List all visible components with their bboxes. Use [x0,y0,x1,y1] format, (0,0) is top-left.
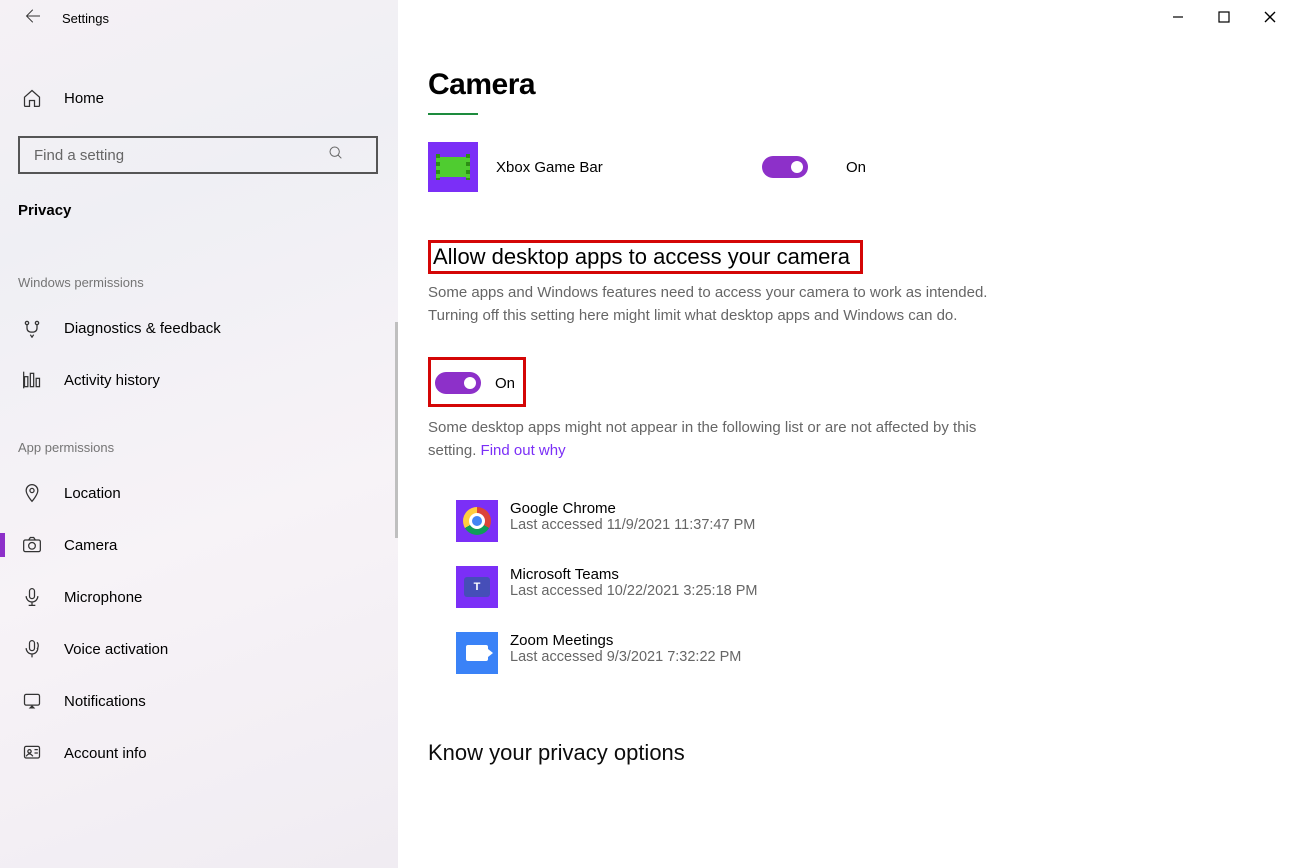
sidebar-item-notifications[interactable]: Notifications [0,675,398,727]
microphone-icon [22,587,42,607]
location-icon [22,483,42,503]
voice-icon [22,639,42,659]
sidebar-item-diagnostics[interactable]: Diagnostics & feedback [0,302,398,354]
section-heading-app: App permissions [0,440,398,455]
home-label: Home [64,90,104,107]
sidebar-item-voice[interactable]: Voice activation [0,623,398,675]
minimize-button[interactable] [1155,0,1201,34]
title-accent [428,113,478,115]
sidebar-home[interactable]: Home [0,78,398,118]
teams-icon: T [456,566,498,608]
desktop-app-teams: T Microsoft Teams Last accessed 10/22/20… [456,566,1293,608]
section-heading-windows: Windows permissions [0,275,398,290]
highlight-box-toggle: On [428,357,526,407]
chrome-icon [456,500,498,542]
home-icon [22,88,42,108]
back-button[interactable] [22,7,40,30]
da-name: Microsoft Teams [510,566,757,583]
highlight-box-title: Allow desktop apps to access your camera [428,240,863,274]
da-sub: Last accessed 11/9/2021 11:37:47 PM [510,517,755,533]
desktop-app-zoom: Zoom Meetings Last accessed 9/3/2021 7:3… [456,632,1293,674]
maximize-button[interactable] [1201,0,1247,34]
footer-heading: Know your privacy options [428,740,1293,766]
camera-icon [22,535,42,555]
sidebar-item-activity[interactable]: Activity history [0,354,398,406]
app-row-xbox: Xbox Game Bar On [428,142,1293,192]
nav-label: Notifications [64,693,146,710]
desktop-access-toggle[interactable] [435,372,481,394]
nav-label: Account info [64,745,147,762]
da-name: Google Chrome [510,500,755,517]
desktop-toggle-label: On [495,375,515,392]
search-wrap [18,136,378,174]
sidebar: Settings Home Privacy Windows permission… [0,0,398,868]
nav-label: Microphone [64,589,142,606]
da-name: Zoom Meetings [510,632,741,649]
nav-label: Diagnostics & feedback [64,320,221,337]
main-content: Camera Xbox Game Bar On Allow desktop ap… [398,0,1293,868]
section-title: Allow desktop apps to access your camera [433,244,850,269]
titlebar: Settings [0,0,398,36]
close-button[interactable] [1247,0,1293,34]
sidebar-item-camera[interactable]: Camera [0,519,398,571]
search-input[interactable] [18,136,378,174]
xbox-icon [428,142,478,192]
desktop-note: Some desktop apps might not appear in th… [428,417,988,462]
nav-label: Voice activation [64,641,168,658]
titlebar-label: Settings [62,11,109,26]
desktop-app-chrome: Google Chrome Last accessed 11/9/2021 11… [456,500,1293,542]
da-sub: Last accessed 9/3/2021 7:32:22 PM [510,649,741,665]
notifications-icon [22,691,42,711]
search-icon [328,145,344,161]
sidebar-item-microphone[interactable]: Microphone [0,571,398,623]
zoom-icon [456,632,498,674]
account-icon [22,743,42,763]
category-label: Privacy [0,174,398,219]
nav-label: Camera [64,537,117,554]
history-icon [22,370,42,390]
sidebar-item-location[interactable]: Location [0,467,398,519]
feedback-icon [22,318,42,338]
window-controls [1155,0,1293,34]
nav-label: Activity history [64,372,160,389]
page-title: Camera [428,68,1293,102]
sidebar-item-account[interactable]: Account info [0,727,398,779]
nav-label: Location [64,485,121,502]
da-sub: Last accessed 10/22/2021 3:25:18 PM [510,583,757,599]
section-desc: Some apps and Windows features need to a… [428,282,988,327]
app-name: Xbox Game Bar [496,159,744,176]
xbox-toggle[interactable] [762,156,808,178]
find-out-why-link[interactable]: Find out why [481,442,566,459]
xbox-toggle-label: On [846,159,866,176]
